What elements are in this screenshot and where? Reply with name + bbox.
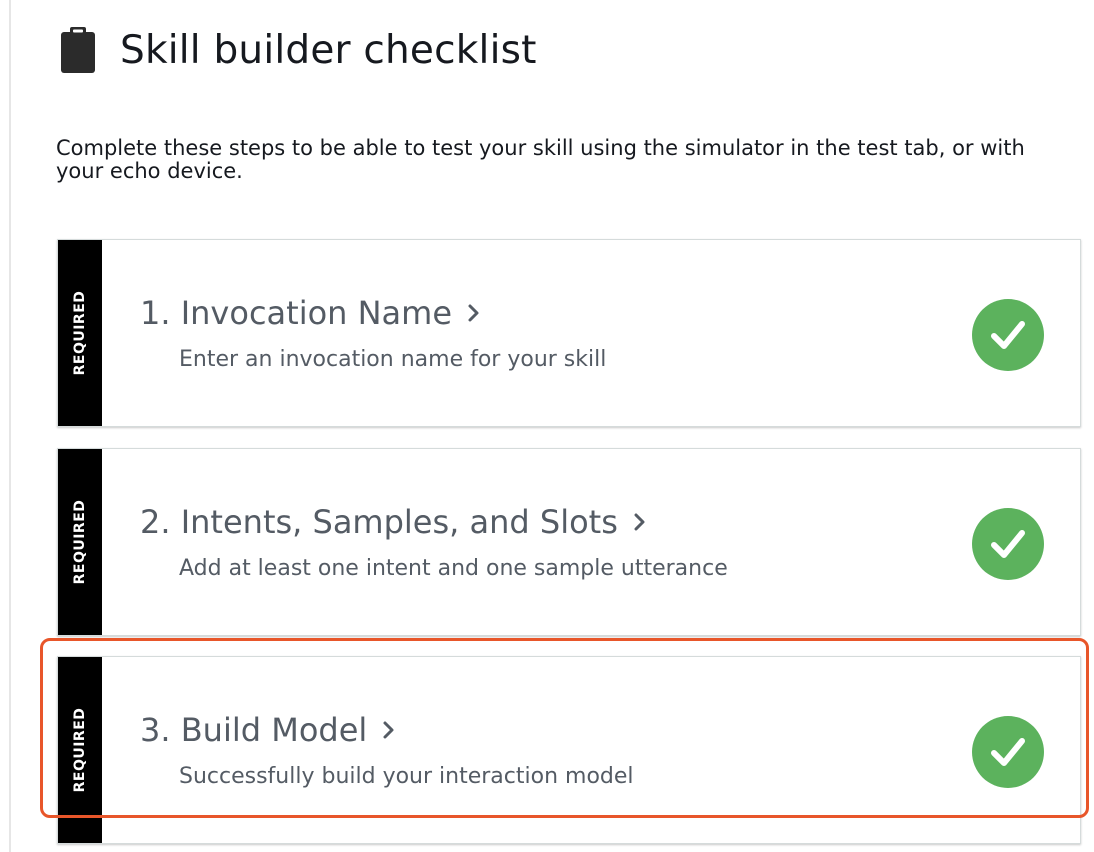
step-title-link[interactable]: 1. Invocation Name bbox=[140, 294, 482, 332]
check-circle-icon bbox=[972, 508, 1044, 580]
chevron-right-icon bbox=[634, 513, 645, 531]
intro-text: Complete these steps to be able to test … bbox=[56, 136, 1025, 183]
required-badge: REQUIRED bbox=[58, 449, 102, 635]
step-title-link[interactable]: 2. Intents, Samples, and Slots bbox=[140, 503, 648, 541]
required-label: REQUIRED bbox=[72, 290, 88, 376]
step-title-text: 1. Invocation Name bbox=[140, 294, 453, 332]
clipboard-icon bbox=[61, 27, 95, 73]
step-description: Enter an invocation name for your skill bbox=[179, 347, 607, 372]
checklist-header: Skill builder checklist bbox=[60, 26, 537, 74]
step-title-text: 3. Build Model bbox=[140, 711, 368, 749]
required-label: REQUIRED bbox=[72, 499, 88, 585]
check-circle-icon bbox=[972, 716, 1044, 788]
step-description: Add at least one intent and one sample u… bbox=[179, 556, 728, 581]
required-badge: REQUIRED bbox=[58, 240, 102, 426]
step-card-intents-samples-slots[interactable]: REQUIRED 2. Intents, Samples, and Slots … bbox=[57, 448, 1081, 636]
step-card-invocation-name[interactable]: REQUIRED 1. Invocation Name Enter an inv… bbox=[57, 239, 1081, 427]
required-badge: REQUIRED bbox=[58, 657, 102, 843]
step-title-link[interactable]: 3. Build Model bbox=[140, 711, 397, 749]
step-title-text: 2. Intents, Samples, and Slots bbox=[140, 503, 618, 541]
chevron-right-icon bbox=[383, 721, 394, 739]
step-description: Successfully build your interaction mode… bbox=[179, 764, 634, 789]
page-title: Skill builder checklist bbox=[120, 27, 537, 73]
check-circle-icon bbox=[972, 299, 1044, 371]
step-card-build-model[interactable]: REQUIRED 3. Build Model Successfully bui… bbox=[57, 656, 1081, 844]
chevron-right-icon bbox=[468, 304, 479, 322]
left-divider bbox=[9, 0, 11, 852]
required-label: REQUIRED bbox=[72, 707, 88, 793]
